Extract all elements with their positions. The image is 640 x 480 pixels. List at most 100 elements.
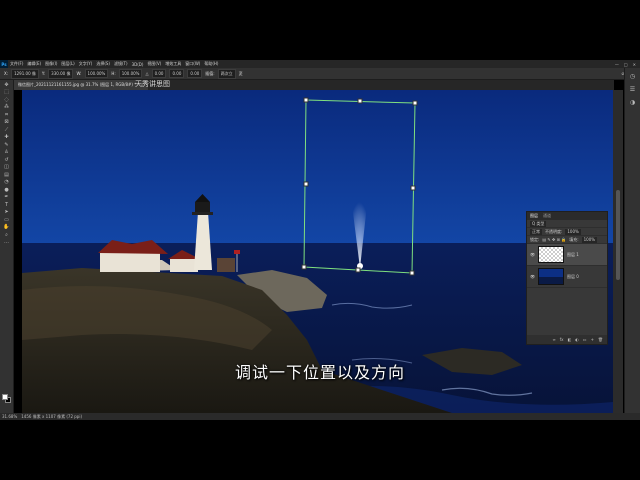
type-tool-icon[interactable]: T bbox=[3, 202, 11, 208]
x-label: X: bbox=[4, 71, 9, 76]
menu-view[interactable]: 视图(V) bbox=[147, 61, 161, 67]
fill-field[interactable]: 100% bbox=[581, 236, 598, 243]
lock-row: 锁定: ▤ ✎ ✥ ⊞ 🔒 填充: 100% bbox=[527, 236, 607, 244]
lasso-tool-icon[interactable]: ◌ bbox=[3, 97, 11, 103]
interpolation-label: 插值: bbox=[205, 70, 215, 76]
dodge-tool-icon[interactable]: ● bbox=[3, 187, 11, 193]
new-layer-icon[interactable]: + bbox=[591, 337, 594, 342]
window-controls: — □ ✕ bbox=[615, 62, 640, 67]
status-bar: 31.68% 1456 像素 x 1107 像素 (72 ppi) bbox=[0, 413, 640, 420]
y-label: Y: bbox=[41, 71, 46, 76]
history-brush-tool-icon[interactable]: ↺ bbox=[3, 157, 11, 163]
lock-label: 锁定: bbox=[530, 236, 540, 242]
lock-icon[interactable]: ▤ ✎ ✥ ⊞ 🔒 bbox=[542, 237, 566, 242]
zoom-level[interactable]: 31.68% bbox=[2, 414, 17, 419]
scrollbar-thumb[interactable] bbox=[616, 190, 620, 280]
tab-channels[interactable]: 通道 bbox=[543, 213, 551, 219]
hand-tool-icon[interactable]: ✋ bbox=[3, 224, 11, 230]
menu-help[interactable]: 帮助(H) bbox=[204, 61, 218, 67]
blend-mode-select[interactable]: 正常 bbox=[530, 228, 542, 235]
menu-image[interactable]: 图像(I) bbox=[45, 61, 57, 67]
properties-panel-icon[interactable]: ☰ bbox=[629, 86, 637, 94]
eye-icon[interactable]: 👁 bbox=[530, 252, 535, 257]
move-tool-icon[interactable]: ✥ bbox=[3, 82, 11, 88]
gradient-tool-icon[interactable]: ▤ bbox=[3, 172, 11, 178]
h-skew-field[interactable]: 0.00 bbox=[169, 69, 185, 78]
house bbox=[100, 252, 160, 272]
trash-icon[interactable]: 🗑 bbox=[598, 337, 603, 342]
warp-icon[interactable]: 変 bbox=[239, 71, 243, 77]
path-select-tool-icon[interactable]: ➤ bbox=[3, 209, 11, 215]
opacity-label: 不透明度: bbox=[545, 228, 563, 234]
document-tab[interactable]: 微信图片_20211121161155.jpg @ 31.7% (图层 1, R… bbox=[14, 80, 148, 90]
blend-row: 正常 不透明度: 100% bbox=[527, 228, 607, 236]
layer-thumbnail bbox=[538, 268, 564, 285]
interpolation-select[interactable]: 两次立 bbox=[217, 68, 236, 79]
h-label: H: bbox=[111, 71, 116, 76]
menu-layer[interactable]: 图层(L) bbox=[61, 61, 74, 67]
frame-tool-icon[interactable]: ⊠ bbox=[3, 119, 11, 125]
foreground-color-swatch[interactable] bbox=[2, 394, 8, 400]
eraser-tool-icon[interactable]: ◫ bbox=[3, 164, 11, 170]
menu-3d[interactable]: 3D(D) bbox=[132, 62, 144, 67]
document-tab-label: 微信图片_20211121161155.jpg @ 31.7% (图层 1, R… bbox=[18, 82, 137, 87]
v-skew-field[interactable]: 0.00 bbox=[187, 69, 203, 78]
stamp-tool-icon[interactable]: ♙ bbox=[3, 149, 11, 155]
brush-tool-icon[interactable]: ✎ bbox=[3, 142, 11, 148]
width-field[interactable]: 100.00% bbox=[84, 69, 109, 78]
angle-icon: △ bbox=[145, 71, 149, 76]
adjustment-layer-icon[interactable]: ◐ bbox=[575, 337, 579, 342]
menu-file[interactable]: 文件(F) bbox=[10, 61, 23, 67]
pen-tool-icon[interactable]: ✒ bbox=[3, 194, 11, 200]
layer-row[interactable]: 👁 图层 0 bbox=[527, 266, 607, 288]
layer-filter-row: Q 类型 bbox=[527, 220, 607, 228]
history-panel-icon[interactable]: ◷ bbox=[629, 73, 637, 81]
close-window-icon[interactable]: ✕ bbox=[633, 62, 636, 67]
layers-panel-footer: ∞ fx ◧ ◐ ▭ + 🗑 bbox=[527, 335, 607, 344]
layer-name: 图层 0 bbox=[567, 273, 579, 279]
maximize-icon[interactable]: □ bbox=[624, 62, 628, 67]
eye-icon[interactable]: 👁 bbox=[530, 274, 535, 279]
opacity-field[interactable]: 100% bbox=[565, 228, 581, 235]
options-bar: X: 1291.00 像 Y: 330.00 像 W: 100.00% H: 1… bbox=[0, 68, 640, 80]
new-group-icon[interactable]: ▭ bbox=[583, 337, 587, 342]
document-tab-bar: 微信图片_20211121161155.jpg @ 31.7% (图层 1, R… bbox=[14, 80, 614, 90]
zoom-tool-icon[interactable]: ⌕ bbox=[3, 232, 11, 238]
video-overlay-title: 天秀讲思图 bbox=[135, 80, 170, 88]
menu-filter[interactable]: 滤镜(T) bbox=[114, 61, 128, 67]
y-position-field[interactable]: 330.00 像 bbox=[48, 68, 74, 79]
layer-kind-filter[interactable]: Q 类型 bbox=[530, 220, 547, 227]
x-position-field[interactable]: 1291.00 像 bbox=[11, 68, 39, 79]
minimize-icon[interactable]: — bbox=[615, 62, 619, 67]
menu-window[interactable]: 窗口(W) bbox=[185, 61, 200, 67]
adjustments-panel-icon[interactable]: ◑ bbox=[629, 99, 637, 107]
fx-icon[interactable]: fx bbox=[560, 337, 564, 342]
layer-thumbnail bbox=[538, 246, 564, 263]
angle-field[interactable]: 0.00 bbox=[151, 69, 167, 78]
video-subtitle: 调试一下位置以及方向 bbox=[234, 363, 405, 382]
w-label: W: bbox=[76, 71, 82, 76]
blur-tool-icon[interactable]: ◔ bbox=[3, 179, 11, 185]
add-mask-icon[interactable]: ◧ bbox=[568, 337, 572, 342]
menu-plugins[interactable]: 增效工具 bbox=[165, 61, 181, 67]
link-layers-icon[interactable]: ∞ bbox=[552, 337, 555, 342]
layer-name: 图层 1 bbox=[567, 251, 579, 257]
eyedropper-tool-icon[interactable]: ⟋ bbox=[3, 127, 11, 133]
more-tools-icon[interactable]: … bbox=[3, 239, 11, 245]
healing-tool-icon[interactable]: ✚ bbox=[3, 134, 11, 140]
layer-row[interactable]: 👁 图层 1 bbox=[527, 244, 607, 266]
layers-panel: 图层 通道 Q 类型 正常 不透明度: 100% 锁定: ▤ ✎ ✥ ⊞ 🔒 填… bbox=[526, 211, 608, 345]
menu-type[interactable]: 文字(Y) bbox=[79, 61, 93, 67]
quick-select-tool-icon[interactable]: ⁂ bbox=[3, 104, 11, 110]
menu-select[interactable]: 选择(S) bbox=[96, 61, 110, 67]
height-field[interactable]: 100.00% bbox=[118, 69, 143, 78]
crop-tool-icon[interactable]: ⌗ bbox=[3, 112, 11, 118]
marquee-tool-icon[interactable]: ⬚ bbox=[3, 89, 11, 95]
document-info: 1456 像素 x 1107 像素 (72 ppi) bbox=[21, 413, 83, 419]
fill-label: 填充: bbox=[569, 236, 579, 242]
shape-tool-icon[interactable]: ▭ bbox=[3, 217, 11, 223]
layers-panel-header: 图层 通道 bbox=[527, 212, 607, 220]
menu-edit[interactable]: 编辑(E) bbox=[27, 61, 41, 67]
tab-layers[interactable]: 图层 bbox=[530, 213, 538, 219]
sky bbox=[22, 90, 613, 245]
